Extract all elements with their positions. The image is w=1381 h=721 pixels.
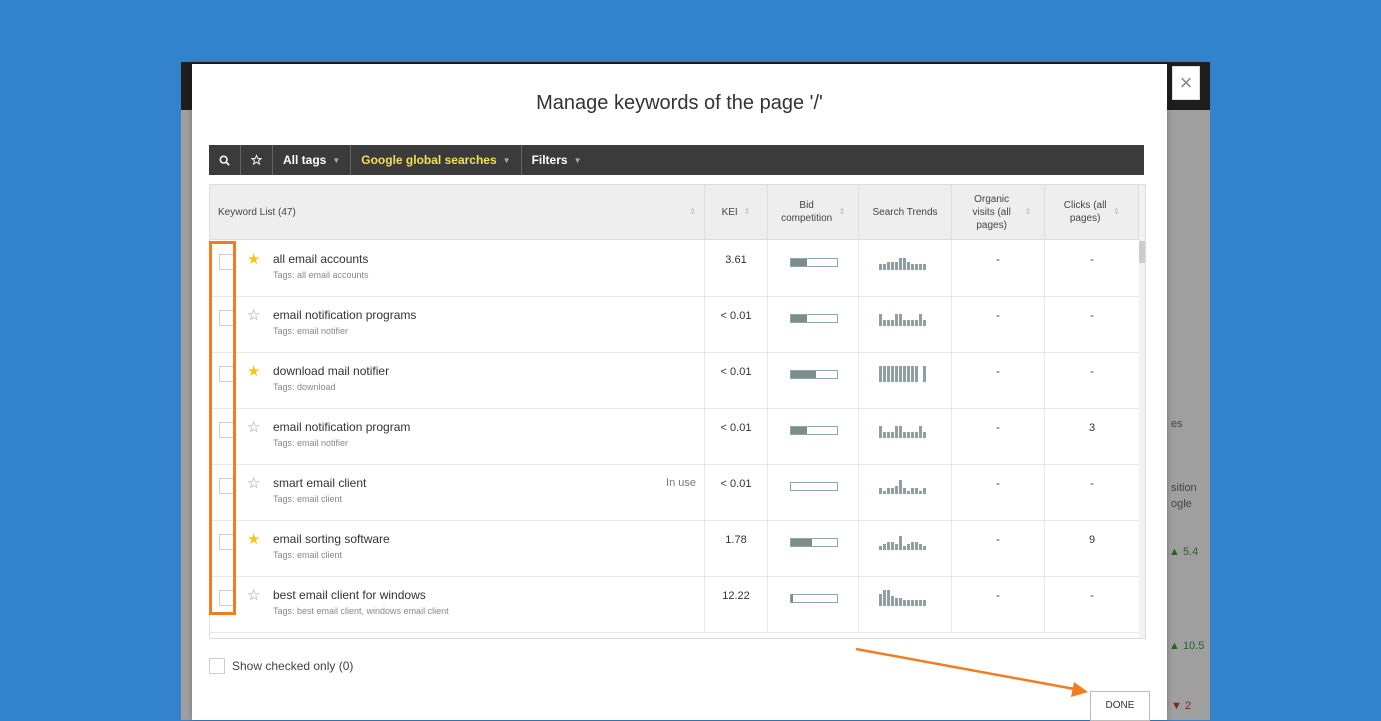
arrow-annotation	[855, 647, 1088, 697]
